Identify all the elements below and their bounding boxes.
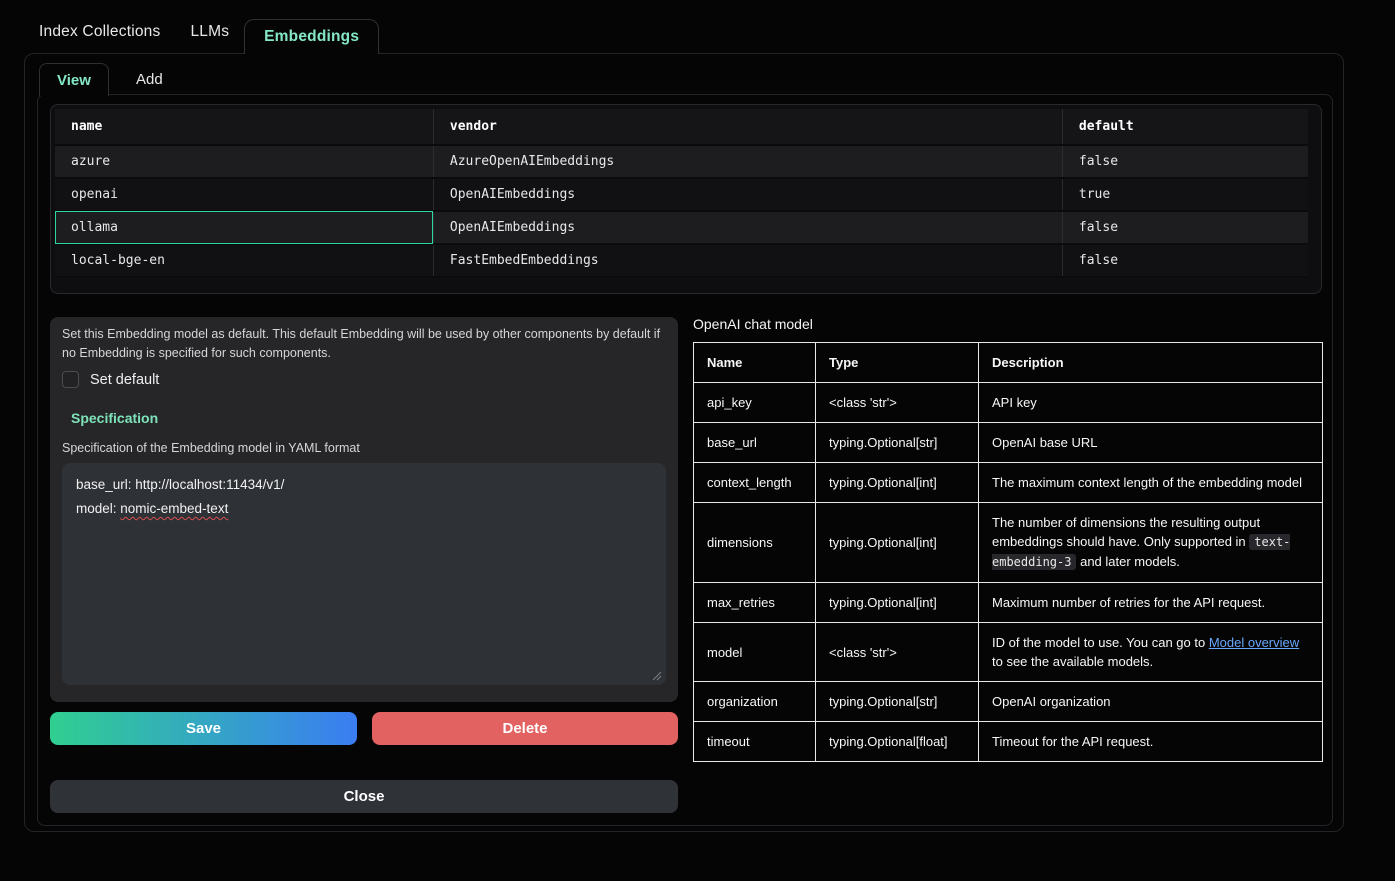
docs-row-dimensions: dimensionstyping.Optional[int]The number… [694, 503, 1323, 583]
docs-cell-name: base_url [694, 423, 816, 463]
emb-cell-name: ollama [55, 211, 433, 244]
close-button[interactable]: Close [50, 780, 678, 813]
yaml-line-2: model: nomic-embed-text [76, 497, 652, 521]
docs-row-model: model<class 'str'>ID of the model to use… [694, 623, 1323, 682]
specification-heading: Specification [71, 410, 666, 426]
docs-cell-name: organization [694, 682, 816, 722]
docs-cell-description: API key [979, 383, 1323, 423]
docs-cell-type: typing.Optional[int] [816, 583, 979, 623]
docs-cell-type: typing.Optional[float] [816, 722, 979, 762]
docs-cell-name: max_retries [694, 583, 816, 623]
delete-button[interactable]: Delete [372, 712, 678, 745]
docs-cell-name: context_length [694, 463, 816, 503]
docs-cell-description: The maximum context length of the embedd… [979, 463, 1323, 503]
docs-cell-type: <class 'str'> [816, 623, 979, 682]
docs-cell-description: ID of the model to use. You can go to Mo… [979, 623, 1323, 682]
embedding-row-local-bge-en[interactable]: local-bge-enFastEmbedEmbeddingsfalse [55, 244, 1308, 277]
docs-cell-description: OpenAI organization [979, 682, 1323, 722]
emb-col-name: name [55, 109, 433, 145]
inline-code: text-embedding-3 [992, 534, 1290, 570]
set-default-description: Set this Embedding model as default. Thi… [62, 325, 666, 362]
docs-row-base_url: base_urltyping.Optional[str]OpenAI base … [694, 423, 1323, 463]
specification-description: Specification of the Embedding model in … [62, 441, 666, 455]
emb-cell-name: local-bge-en [55, 244, 433, 277]
yaml-line-1: base_url: http://localhost:11434/v1/ [76, 473, 652, 497]
embeddings-table: namevendordefault azureAzureOpenAIEmbedd… [55, 109, 1308, 278]
resize-handle-icon[interactable] [652, 671, 662, 681]
docs-cell-name: timeout [694, 722, 816, 762]
docs-col-description: Description [979, 343, 1323, 383]
embeddings-table-container: namevendordefault azureAzureOpenAIEmbedd… [50, 104, 1322, 294]
emb-cell-name: azure [55, 145, 433, 178]
docs-title: OpenAI chat model [693, 316, 813, 332]
emb-cell-default: true [1062, 178, 1308, 211]
emb-cell-vendor: FastEmbedEmbeddings [433, 244, 1062, 277]
embeddings-tab-panel: View Add namevendordefault azureAzureOpe… [24, 53, 1344, 832]
default-settings-panel: Set this Embedding model as default. Thi… [50, 317, 678, 702]
docs-cell-type: typing.Optional[int] [816, 503, 979, 583]
docs-cell-description: The number of dimensions the resulting o… [979, 503, 1323, 583]
docs-row-api_key: api_key<class 'str'>API key [694, 383, 1323, 423]
tab-index-collections[interactable]: Index Collections [24, 10, 175, 54]
docs-cell-type: typing.Optional[str] [816, 682, 979, 722]
tab-embeddings[interactable]: Embeddings [244, 19, 379, 54]
set-default-label: Set default [90, 372, 159, 388]
save-button[interactable]: Save [50, 712, 357, 745]
emb-cell-vendor: AzureOpenAIEmbeddings [433, 145, 1062, 178]
docs-cell-description: Maximum number of retries for the API re… [979, 583, 1323, 623]
set-default-checkbox[interactable] [62, 371, 79, 388]
emb-cell-default: false [1062, 145, 1308, 178]
model-overview-link[interactable]: Model overview [1209, 635, 1299, 650]
emb-cell-vendor: OpenAIEmbeddings [433, 211, 1062, 244]
docs-cell-name: api_key [694, 383, 816, 423]
docs-table-body: api_key<class 'str'>API keybase_urltypin… [694, 383, 1323, 762]
emb-col-vendor: vendor [433, 109, 1062, 145]
docs-row-context_length: context_lengthtyping.Optional[int]The ma… [694, 463, 1323, 503]
docs-row-organization: organizationtyping.Optional[str]OpenAI o… [694, 682, 1323, 722]
subtab-view[interactable]: View [39, 63, 109, 96]
docs-cell-type: typing.Optional[int] [816, 463, 979, 503]
embedding-row-ollama[interactable]: ollamaOpenAIEmbeddingsfalse [55, 211, 1308, 244]
emb-cell-vendor: OpenAIEmbeddings [433, 178, 1062, 211]
docs-table: NameTypeDescription api_key<class 'str'>… [693, 342, 1323, 762]
docs-cell-name: model [694, 623, 816, 682]
docs-cell-name: dimensions [694, 503, 816, 583]
emb-cell-default: false [1062, 244, 1308, 277]
embedding-row-azure[interactable]: azureAzureOpenAIEmbeddingsfalse [55, 145, 1308, 178]
docs-cell-description: OpenAI base URL [979, 423, 1323, 463]
subtab-add[interactable]: Add [120, 63, 179, 96]
embeddings-table-header: namevendordefault [55, 109, 1308, 145]
set-default-row: Set default [62, 371, 666, 388]
main-tabs: Index Collections LLMs Embeddings [24, 10, 379, 54]
specification-yaml-textarea[interactable]: base_url: http://localhost:11434/v1/ mod… [62, 463, 666, 685]
docs-row-timeout: timeouttyping.Optional[float]Timeout for… [694, 722, 1323, 762]
docs-cell-type: <class 'str'> [816, 383, 979, 423]
docs-table-header: NameTypeDescription [694, 343, 1323, 383]
docs-row-max_retries: max_retriestyping.Optional[int]Maximum n… [694, 583, 1323, 623]
docs-col-type: Type [816, 343, 979, 383]
docs-cell-type: typing.Optional[str] [816, 423, 979, 463]
emb-cell-name: openai [55, 178, 433, 211]
embedding-row-openai[interactable]: openaiOpenAIEmbeddingstrue [55, 178, 1308, 211]
tab-llms[interactable]: LLMs [175, 10, 244, 54]
view-tab-panel: namevendordefault azureAzureOpenAIEmbedd… [37, 94, 1333, 826]
embeddings-table-body: azureAzureOpenAIEmbeddingsfalseopenaiOpe… [55, 145, 1308, 277]
emb-cell-default: false [1062, 211, 1308, 244]
docs-cell-description: Timeout for the API request. [979, 722, 1323, 762]
docs-col-name: Name [694, 343, 816, 383]
app-root: View Add namevendordefault azureAzureOpe… [0, 0, 1395, 881]
emb-col-default: default [1062, 109, 1308, 145]
